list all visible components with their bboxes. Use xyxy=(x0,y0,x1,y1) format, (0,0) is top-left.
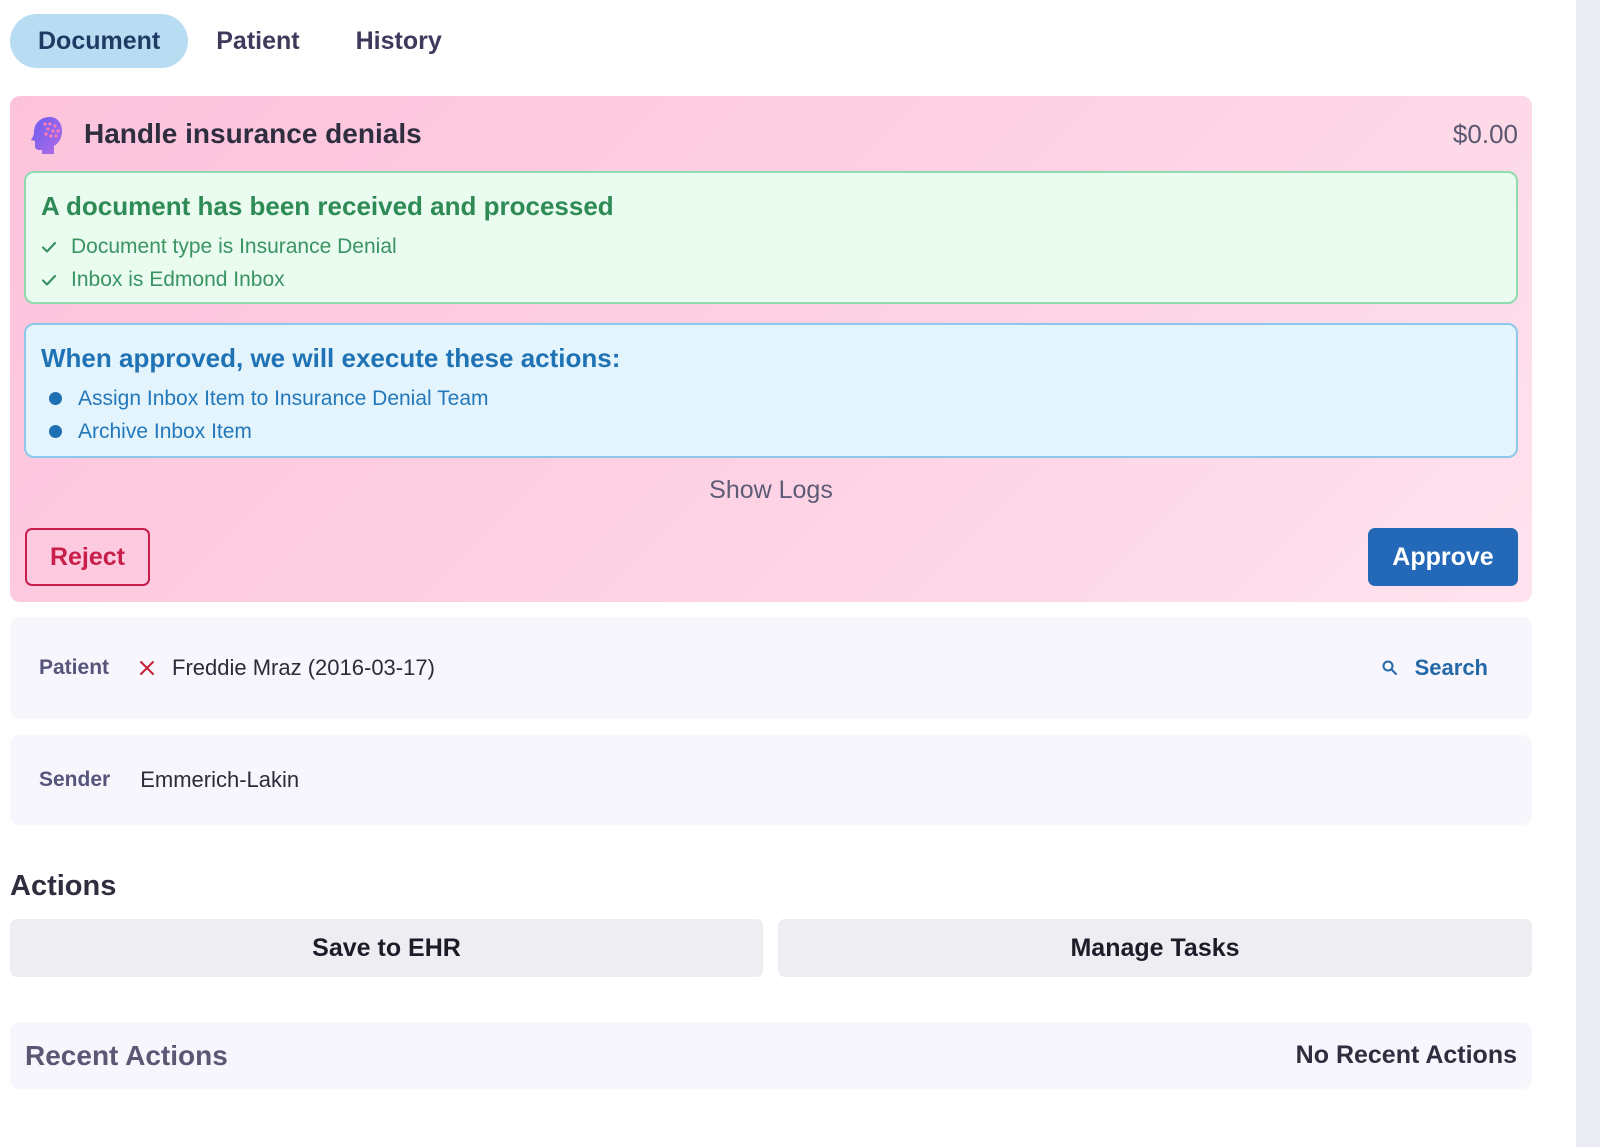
agent-title: Handle insurance denials xyxy=(84,118,422,149)
pending-action-text: Archive Inbox Item xyxy=(78,419,252,443)
show-logs-link[interactable]: Show Logs xyxy=(10,476,1532,505)
checkmark-icon xyxy=(41,274,57,286)
brain-head-icon xyxy=(31,117,62,154)
processed-item: Document type is Insurance Denial xyxy=(41,230,1501,263)
tab-history[interactable]: History xyxy=(328,14,470,68)
actions-heading: Actions xyxy=(10,870,117,902)
bullet-icon xyxy=(49,392,62,405)
tab-document[interactable]: Document xyxy=(10,14,189,68)
processed-item-text: Inbox is Edmond Inbox xyxy=(71,267,285,291)
pending-actions-box: When approved, we will execute these act… xyxy=(24,323,1518,458)
processed-title: A document has been received and process… xyxy=(41,191,614,221)
processed-item-text: Document type is Insurance Denial xyxy=(71,234,397,258)
agent-cost: $0.00 xyxy=(1452,118,1518,149)
patient-label: Patient xyxy=(39,656,110,679)
agent-suggestion-card: Handle insurance denials $0.00 A documen… xyxy=(10,96,1532,602)
manage-tasks-button[interactable]: Manage Tasks xyxy=(778,919,1532,977)
bullet-icon xyxy=(49,425,62,438)
patient-search-button[interactable]: Search xyxy=(1381,655,1488,681)
sender-label: Sender xyxy=(39,768,111,791)
pending-action-text: Assign Inbox Item to Insurance Denial Te… xyxy=(78,386,489,410)
approve-button[interactable]: Approve xyxy=(1368,528,1518,586)
search-icon xyxy=(1382,660,1397,675)
scrollbar-track[interactable] xyxy=(1576,0,1600,1147)
sender-field-panel: Sender Emmerich-Lakin xyxy=(10,735,1532,825)
recent-actions-panel: Recent Actions No Recent Actions xyxy=(10,1022,1532,1089)
pending-title: When approved, we will execute these act… xyxy=(41,343,621,373)
save-to-ehr-button[interactable]: Save to EHR xyxy=(10,919,763,977)
patient-value: Freddie Mraz (2016-03-17) xyxy=(172,655,435,680)
clear-patient-icon[interactable] xyxy=(139,660,155,676)
sender-value: Emmerich-Lakin xyxy=(140,767,300,792)
processed-summary-box: A document has been received and process… xyxy=(24,171,1518,304)
agent-header: Handle insurance denials $0.00 xyxy=(28,112,1518,156)
recent-actions-title: Recent Actions xyxy=(25,1039,228,1071)
processed-item: Inbox is Edmond Inbox xyxy=(41,263,1501,296)
tab-patient[interactable]: Patient xyxy=(188,14,327,68)
checkmark-icon xyxy=(41,241,57,253)
search-label: Search xyxy=(1414,655,1488,680)
reject-button[interactable]: Reject xyxy=(25,528,150,586)
patient-field-panel: Patient Freddie Mraz (2016-03-17) Search xyxy=(10,617,1532,719)
pending-action-item: Archive Inbox Item xyxy=(41,415,1501,448)
pending-action-item: Assign Inbox Item to Insurance Denial Te… xyxy=(41,382,1501,415)
tab-bar: Document Patient History xyxy=(10,14,470,68)
recent-actions-status: No Recent Actions xyxy=(1295,1041,1517,1069)
